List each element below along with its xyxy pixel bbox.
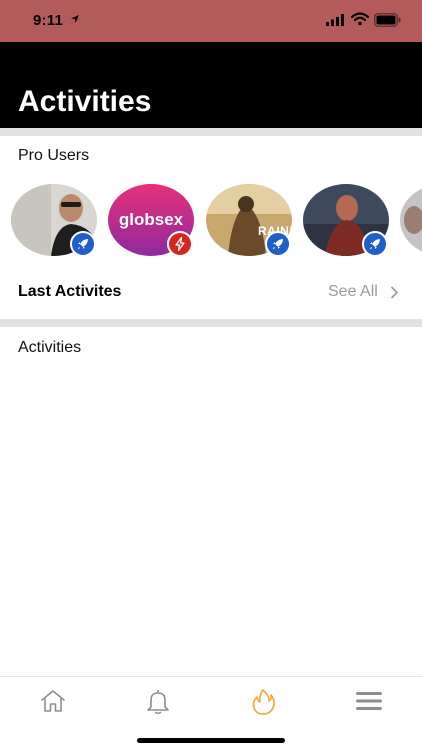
avatar-logo-text: globsex bbox=[118, 210, 184, 229]
screen: 9:11 Activities Pro Users globsex Last A… bbox=[0, 0, 422, 750]
page-header: Activities bbox=[0, 42, 422, 128]
rocket-icon bbox=[272, 239, 283, 250]
pro-users-list: globsex RAINB bbox=[0, 184, 422, 260]
status-time: 9:11 bbox=[33, 12, 63, 29]
battery-icon bbox=[374, 13, 401, 27]
pro-rocket-badge bbox=[70, 231, 96, 257]
section-divider bbox=[0, 128, 422, 136]
flame-icon bbox=[252, 689, 275, 715]
see-all-link[interactable]: See All bbox=[328, 283, 378, 301]
bell-icon bbox=[147, 690, 169, 715]
section-divider bbox=[0, 319, 422, 327]
location-arrow-icon bbox=[71, 15, 79, 23]
pro-rocket-badge bbox=[362, 231, 388, 257]
tab-menu[interactable] bbox=[354, 687, 384, 715]
tab-activities[interactable] bbox=[248, 687, 278, 715]
home-indicator bbox=[137, 738, 285, 743]
last-activities-title: Last Activites bbox=[18, 283, 122, 300]
chevron-right-icon[interactable] bbox=[390, 286, 399, 299]
avatar-photo bbox=[400, 184, 422, 256]
activities-label: Activities bbox=[18, 339, 82, 356]
page-title: Activities bbox=[18, 85, 152, 118]
lightning-icon bbox=[175, 236, 185, 252]
tab-notifications[interactable] bbox=[143, 687, 173, 715]
cellular-signal-icon bbox=[326, 14, 344, 26]
status-bar: 9:11 bbox=[0, 0, 422, 42]
menu-icon bbox=[356, 692, 382, 710]
pro-lightning-badge bbox=[167, 231, 193, 257]
pro-user-avatar[interactable] bbox=[400, 184, 422, 256]
rocket-icon bbox=[369, 239, 380, 250]
last-activities-row: Last Activites See All bbox=[0, 280, 422, 306]
tab-home[interactable] bbox=[38, 687, 68, 715]
pro-users-label: Pro Users bbox=[18, 147, 90, 164]
rocket-icon bbox=[77, 239, 88, 250]
pro-rocket-badge bbox=[265, 231, 291, 257]
home-icon bbox=[41, 690, 65, 712]
wifi-icon bbox=[351, 12, 369, 26]
